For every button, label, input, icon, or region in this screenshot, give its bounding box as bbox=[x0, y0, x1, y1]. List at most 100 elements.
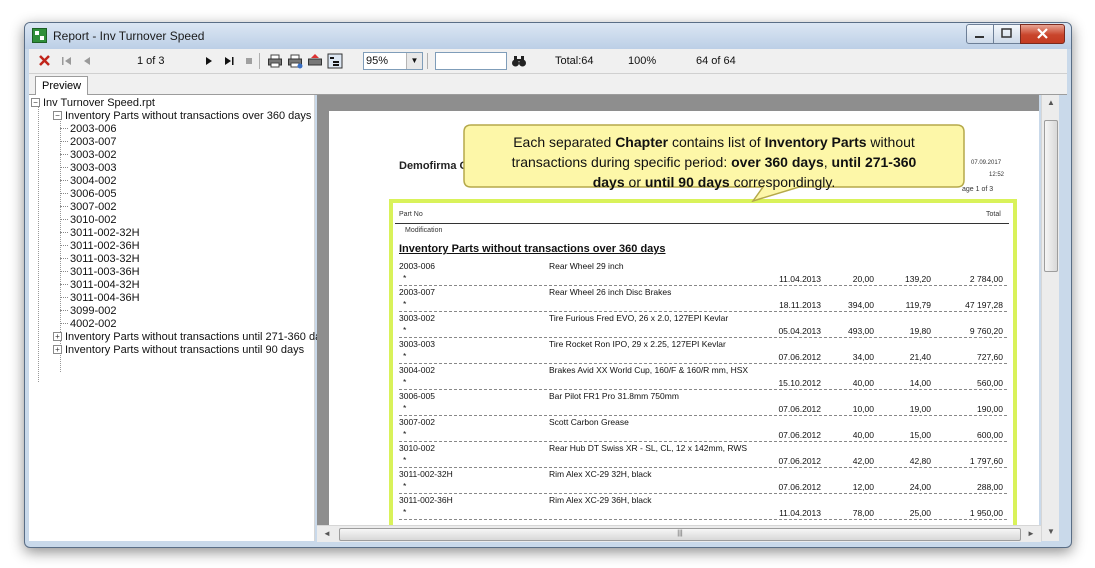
tree-group-271-360[interactable]: + Inventory Parts without transactions un… bbox=[53, 331, 332, 344]
tree-item-label: 3011-003-36H bbox=[70, 266, 140, 278]
table-row: 3003-002 Tire Furious Fred EVO, 26 x 2.0,… bbox=[399, 313, 1009, 339]
tree-connector bbox=[60, 180, 68, 181]
tree-root[interactable]: − Inv Turnover Speed.rpt bbox=[31, 97, 155, 110]
tree-item[interactable]: 3011-004-32H bbox=[60, 279, 140, 292]
tree-item[interactable]: 3011-002-32H bbox=[60, 227, 140, 240]
maximize-button[interactable] bbox=[993, 24, 1021, 44]
row-divider bbox=[399, 285, 1007, 286]
scroll-down-icon[interactable]: ▼ bbox=[1047, 527, 1055, 536]
report-toolbar: 1 of 3 95% ▼ Total:64 100% 64 of 64 bbox=[29, 49, 1067, 74]
tree-connector bbox=[60, 219, 68, 220]
close-window-button[interactable] bbox=[1020, 24, 1065, 44]
scroll-up-icon[interactable]: ▲ bbox=[1047, 98, 1055, 107]
part-desc: Tire Rocket Ron IPO, 29 x 2.25, 127EPI K… bbox=[549, 339, 726, 349]
table-row: 2003-006 Rear Wheel 29 inch * 11.04.2013 20,… bbox=[399, 261, 1009, 287]
part-no: 3011-002-32H bbox=[399, 469, 453, 479]
tree-item[interactable]: 3099-002 bbox=[60, 305, 117, 318]
tree-item[interactable]: 3003-003 bbox=[60, 162, 117, 175]
tree-item[interactable]: 3011-003-32H bbox=[60, 253, 140, 266]
report-date: 07.09.2017 bbox=[971, 160, 1002, 166]
part-price: 119,79 bbox=[905, 300, 931, 310]
minimize-button[interactable] bbox=[966, 24, 994, 44]
horizontal-scrollbar[interactable]: ◄ ||| ► bbox=[317, 525, 1041, 542]
part-qty: 394,00 bbox=[848, 300, 874, 310]
part-date: 11.04.2013 bbox=[779, 274, 821, 284]
tree-item[interactable]: 4002-002 bbox=[60, 318, 117, 331]
tree-group-over-360[interactable]: − Inventory Parts without transactions ov… bbox=[53, 110, 311, 123]
report-time: 12:52 bbox=[989, 172, 1005, 178]
part-date: 07.06.2012 bbox=[778, 456, 821, 466]
previous-page-icon[interactable] bbox=[79, 53, 95, 69]
print-setup-icon[interactable] bbox=[287, 53, 303, 69]
collapse-icon[interactable]: − bbox=[53, 111, 62, 120]
part-desc: Scott Carbon Grease bbox=[549, 417, 629, 427]
tab-strip: Preview bbox=[29, 74, 1067, 95]
tree-connector bbox=[60, 258, 68, 259]
tree-item[interactable]: 3011-003-36H bbox=[60, 266, 140, 279]
company-name: Demofirma O bbox=[399, 160, 469, 172]
vertical-scrollbar[interactable]: ▲ ▼ bbox=[1041, 95, 1059, 541]
page-label: age 1 of 3 bbox=[962, 186, 994, 193]
part-no: 3011-002-36H bbox=[399, 495, 453, 505]
tree-item[interactable]: 3007-002 bbox=[60, 201, 117, 214]
tree-item[interactable]: 2003-006 bbox=[60, 123, 117, 136]
tree-guide-line bbox=[38, 106, 39, 382]
tree-connector bbox=[60, 271, 68, 272]
collapse-icon[interactable]: − bbox=[31, 98, 40, 107]
tree-item[interactable]: 3003-002 bbox=[60, 149, 117, 162]
tab-preview[interactable]: Preview bbox=[35, 76, 89, 95]
tree-item[interactable]: 3004-002 bbox=[60, 175, 117, 188]
tree-item[interactable]: 3011-002-36H bbox=[60, 240, 140, 253]
part-qty: 42,00 bbox=[852, 456, 874, 466]
tree-item[interactable]: 3011-004-36H bbox=[60, 292, 140, 305]
first-page-icon[interactable] bbox=[59, 53, 75, 69]
expand-icon[interactable]: + bbox=[53, 332, 62, 341]
tree-connector bbox=[60, 193, 68, 194]
search-input[interactable] bbox=[435, 52, 507, 70]
last-page-icon[interactable] bbox=[221, 53, 237, 69]
total-count: Total:64 bbox=[555, 55, 594, 67]
tree-item-label: 3010-002 bbox=[70, 214, 117, 226]
tree-connector bbox=[60, 245, 68, 246]
horizontal-scroll-thumb[interactable]: ||| bbox=[339, 528, 1021, 541]
part-desc: Tire Furious Fred EVO, 26 x 2.0, 127EPI … bbox=[549, 313, 729, 323]
part-date: 15.10.2012 bbox=[778, 378, 821, 388]
callout-bold: Chapter bbox=[615, 134, 669, 150]
tree-item[interactable]: 3006-005 bbox=[60, 188, 117, 201]
callout-fragment: or bbox=[624, 174, 645, 190]
callout-bold: over 360 days bbox=[731, 154, 824, 170]
tree-item[interactable]: 2003-007 bbox=[60, 136, 117, 149]
window-controls bbox=[966, 24, 1065, 44]
callout-fragment: contains list of bbox=[668, 134, 765, 150]
zoom-select[interactable]: 95% ▼ bbox=[363, 52, 423, 70]
part-total: 727,60 bbox=[977, 352, 1003, 362]
part-mod: * bbox=[403, 377, 407, 387]
scroll-right-icon[interactable]: ► bbox=[1027, 529, 1035, 538]
tree-item-label: 3007-002 bbox=[70, 201, 117, 213]
print-icon[interactable] bbox=[267, 53, 283, 69]
tree-root-label: Inv Turnover Speed.rpt bbox=[43, 97, 155, 109]
row-divider bbox=[399, 311, 1007, 312]
stop-icon[interactable] bbox=[241, 53, 257, 69]
vertical-scroll-thumb[interactable] bbox=[1044, 120, 1058, 272]
part-date: 07.06.2012 bbox=[778, 430, 821, 440]
part-price: 21,40 bbox=[909, 352, 931, 362]
toggle-tree-icon[interactable] bbox=[327, 53, 343, 69]
part-price: 24,00 bbox=[909, 482, 931, 492]
part-no: 2003-007 bbox=[399, 287, 435, 297]
tree-item-label: 3011-004-36H bbox=[70, 292, 140, 304]
chevron-down-icon[interactable]: ▼ bbox=[406, 53, 422, 69]
expand-icon[interactable]: + bbox=[53, 345, 62, 354]
tree-group-90[interactable]: + Inventory Parts without transactions un… bbox=[53, 344, 304, 357]
binoculars-icon[interactable] bbox=[511, 53, 527, 69]
tree-item-label: 3011-003-32H bbox=[70, 253, 140, 265]
report-window: Report - Inv Turnover Speed 1 of 3 95% ▼… bbox=[24, 22, 1072, 548]
part-price: 15,00 bbox=[909, 430, 931, 440]
next-page-icon[interactable] bbox=[201, 53, 217, 69]
scroll-left-icon[interactable]: ◄ bbox=[323, 529, 331, 538]
export-icon[interactable] bbox=[307, 53, 323, 69]
stop-close-icon[interactable] bbox=[37, 53, 53, 69]
header-divider bbox=[395, 223, 1009, 224]
tree-item[interactable]: 3010-002 bbox=[60, 214, 117, 227]
part-mod: * bbox=[403, 351, 407, 361]
